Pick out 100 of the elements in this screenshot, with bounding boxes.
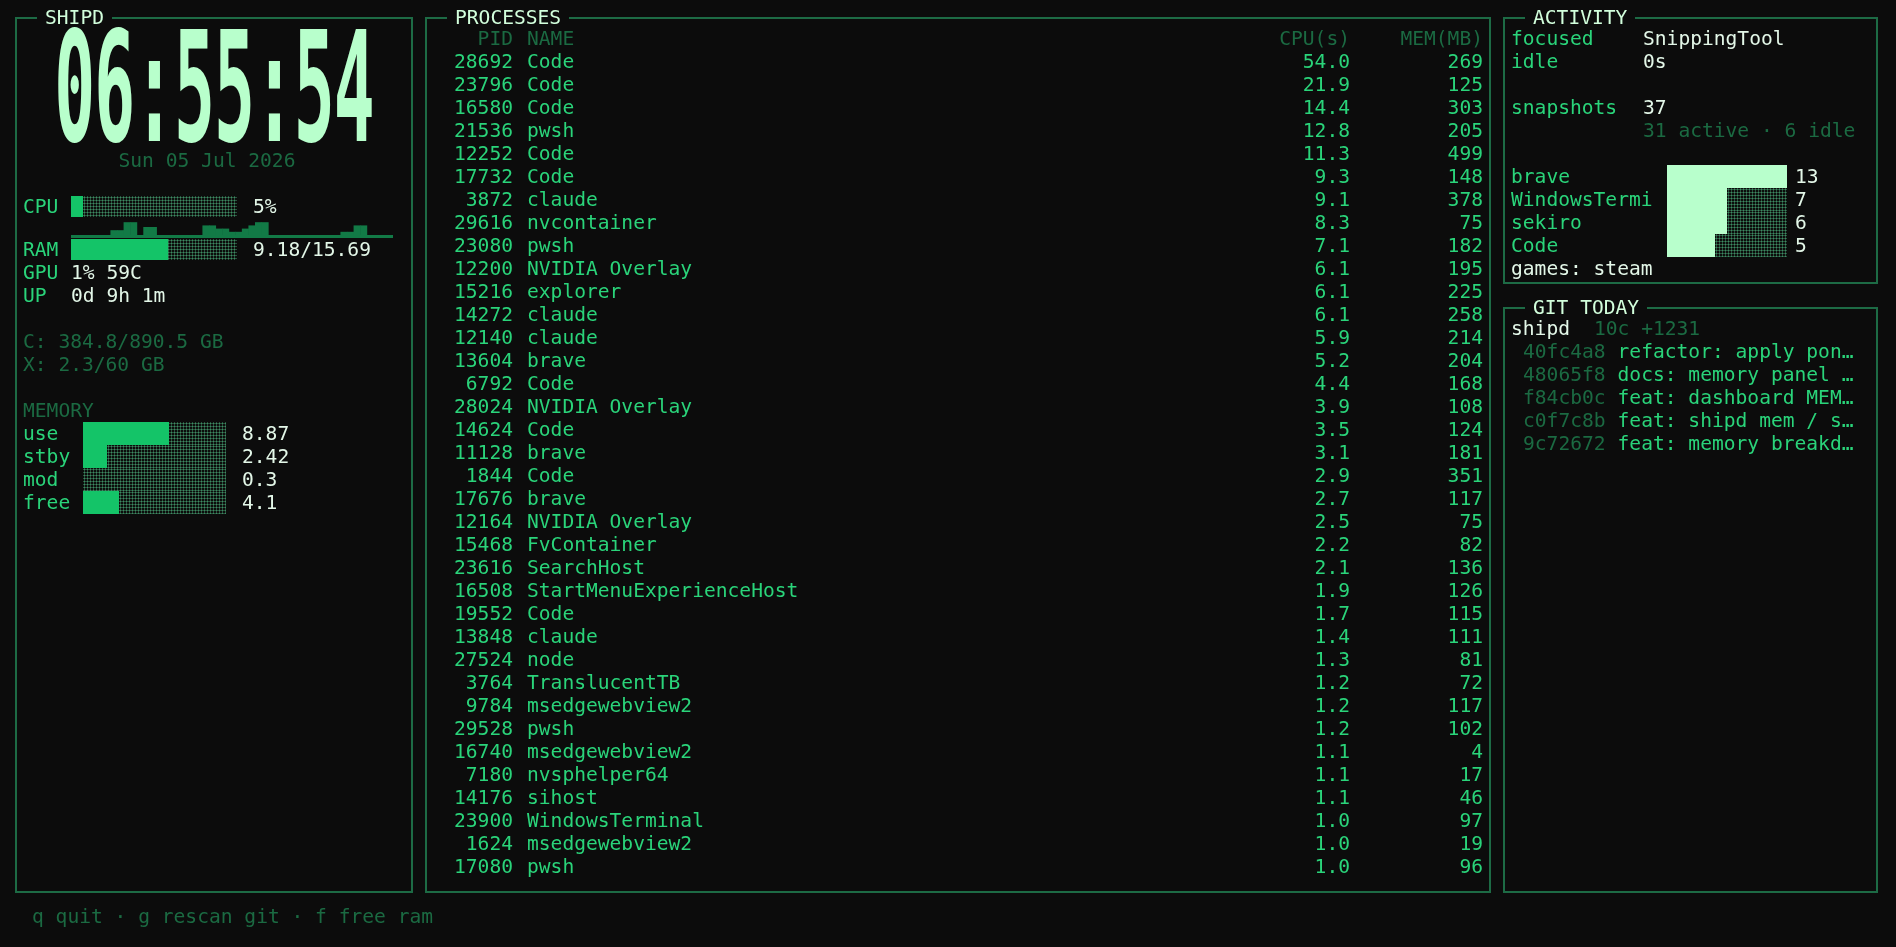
table-cell-text: 1.0	[1313, 832, 1350, 855]
panel-title: PROCESSES	[454, 6, 563, 29]
meter-label: RAM	[23, 238, 60, 261]
table-cell-text: 5.2	[1313, 349, 1350, 372]
disk-usage: C: 384.8/890.5 GB	[23, 330, 225, 353]
table-cell-text: 124	[1446, 418, 1483, 441]
table-cell-text: 3.5	[1313, 418, 1350, 441]
table-cell-text: 75	[1458, 510, 1483, 533]
table-cell-text: NVIDIA Overlay	[526, 257, 694, 280]
table-cell-text: 4	[1470, 740, 1483, 763]
table-cell-text: pwsh	[526, 119, 576, 142]
table-cell-text: 5.9	[1313, 326, 1350, 349]
meter-label: CPU	[23, 195, 60, 218]
table-cell-text: 195	[1446, 257, 1483, 280]
table-cell-text: 2.2	[1313, 533, 1350, 556]
table-cell-text: 9.3	[1313, 165, 1350, 188]
commit-hash: 48065f8	[1523, 363, 1606, 386]
table-cell-text: 6.1	[1313, 280, 1350, 303]
table-cell-text: 29616	[453, 211, 513, 234]
table-cell-text: brave	[526, 441, 587, 464]
table-cell-text: 54.0	[1301, 50, 1350, 73]
table-cell-text: NVIDIA Overlay	[526, 395, 694, 418]
table-cell-text: 12164	[453, 510, 513, 533]
table-cell-text: 12200	[453, 257, 513, 280]
table-cell-text: 181	[1446, 441, 1483, 464]
table-cell-text: 21.9	[1301, 73, 1350, 96]
app-name: WindowsTermi	[1511, 188, 1654, 211]
memory-label: free	[23, 491, 72, 514]
commit-hash: f84cb0c	[1523, 386, 1606, 409]
table-cell-text: 1624	[464, 832, 513, 855]
table-cell-text: 72	[1458, 671, 1483, 694]
table-cell-text: 125	[1446, 73, 1483, 96]
panel-title: ACTIVITY	[1532, 6, 1629, 29]
table-cell-text: Code	[526, 165, 576, 188]
table-cell-text: 1.0	[1313, 855, 1350, 878]
stat-value: 0d 9h 1m	[71, 284, 166, 307]
table-cell-text: 108	[1446, 395, 1483, 418]
repo-summary: 10c +1231	[1594, 317, 1701, 340]
table-cell-text: Code	[526, 372, 576, 395]
table-cell-text: Code	[526, 418, 576, 441]
table-cell-text: 115	[1446, 602, 1483, 625]
table-cell-text: 3.1	[1313, 441, 1350, 464]
table-cell-text: 3.9	[1313, 395, 1350, 418]
table-cell-text: pwsh	[526, 234, 576, 257]
table-cell-text: StartMenuExperienceHost	[526, 579, 800, 602]
stat-label: GPU	[23, 261, 60, 284]
table-cell-text: 4.4	[1313, 372, 1350, 395]
table-cell-text: 499	[1446, 142, 1483, 165]
table-cell-text: Code	[526, 142, 576, 165]
table-cell-text: 14624	[453, 418, 513, 441]
table-cell-text: 1.9	[1313, 579, 1350, 602]
table-cell-text: 29528	[453, 717, 513, 740]
table-cell-text: msedgewebview2	[526, 832, 694, 855]
column-header: MEM(MB)	[1399, 27, 1483, 50]
table-cell-text: 11.3	[1301, 142, 1350, 165]
commit-hash: c0f7c8b	[1523, 409, 1606, 432]
games-label: games: steam	[1511, 257, 1654, 280]
meter-reading: 5%	[253, 195, 277, 218]
column-header: PID	[476, 27, 513, 50]
table-cell-text: claude	[526, 303, 599, 326]
table-cell-text: brave	[526, 487, 587, 510]
memory-reading: 0.3	[242, 468, 278, 491]
table-cell-text: 19552	[453, 602, 513, 625]
table-cell-text: 6.1	[1313, 257, 1350, 280]
app-name: Code	[1511, 234, 1560, 257]
table-cell-text: 3872	[464, 188, 513, 211]
table-cell-text: 17080	[453, 855, 513, 878]
table-cell-text: 214	[1446, 326, 1483, 349]
table-cell-text: 9784	[464, 694, 513, 717]
table-cell-text: 12.8	[1301, 119, 1350, 142]
table-cell-text: Code	[526, 73, 576, 96]
snapshot-detail: 31 active · 6 idle	[1643, 119, 1856, 142]
app-name: brave	[1511, 165, 1571, 188]
memory-reading: 8.87	[242, 422, 290, 445]
table-cell-text: 2.5	[1313, 510, 1350, 533]
table-cell-text: explorer	[526, 280, 623, 303]
table-cell-text: FvContainer	[526, 533, 658, 556]
table-cell-text: 14.4	[1301, 96, 1350, 119]
table-cell-text: 117	[1446, 694, 1483, 717]
table-cell-text: claude	[526, 188, 599, 211]
table-cell-text: WindowsTerminal	[526, 809, 705, 832]
date-label: Sun 05 Jul 2026	[117, 149, 297, 172]
table-cell-text: 23900	[453, 809, 513, 832]
table-cell-text: 16580	[453, 96, 513, 119]
column-header: CPU(s)	[1278, 27, 1350, 50]
table-cell-text: 96	[1458, 855, 1483, 878]
commit-message: feat: dashboard MEM…	[1617, 386, 1854, 409]
table-cell-text: Code	[526, 464, 576, 487]
commit-message: feat: shipd mem / s…	[1617, 409, 1854, 432]
table-cell-text: 12140	[453, 326, 513, 349]
table-cell-text: 14176	[453, 786, 513, 809]
column-header: NAME	[526, 27, 576, 50]
table-cell-text: 13604	[453, 349, 513, 372]
app-count: 13	[1795, 165, 1819, 188]
field-value: 37	[1643, 96, 1667, 119]
table-cell-text: 23080	[453, 234, 513, 257]
table-cell-text: 6.1	[1313, 303, 1350, 326]
stat-value: 1% 59C	[71, 261, 142, 284]
table-cell-text: nvcontainer	[526, 211, 658, 234]
table-cell-text: 16508	[453, 579, 513, 602]
